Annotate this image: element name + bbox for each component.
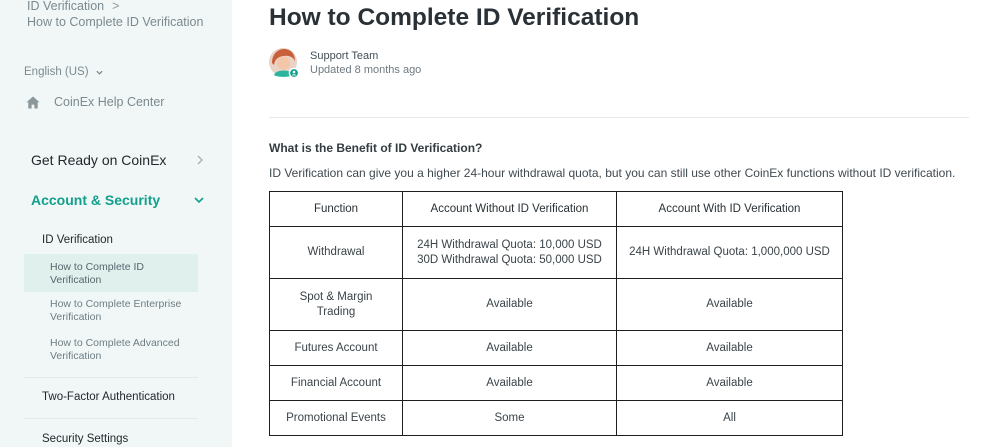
breadcrumb-separator: > [112,0,120,13]
nav-item-enterprise-verification[interactable]: How to Complete Enterprise Verification [24,298,198,323]
nav-account-security[interactable]: Account & Security [31,192,205,208]
help-center-label: CoinEx Help Center [54,95,165,109]
breadcrumb-parent-link[interactable]: ID Verification [27,0,104,13]
chevron-down-icon [194,197,204,204]
nav-divider [24,377,198,378]
table-row: Futures Account Available Available [269,330,843,366]
author-name: Support Team [310,50,379,62]
nav-item-how-to-complete-id-verification[interactable]: How to Complete ID Verification [24,254,198,292]
table-header: Account Without ID Verification [402,191,617,227]
help-center-link[interactable]: CoinEx Help Center [26,95,164,109]
sidebar: ID Verification > How to Complete ID Veri… [0,0,232,447]
table-row: Promotional Events Some All [269,400,843,436]
table-row: Financial Account Available Available [269,365,843,401]
table-cell: Available [616,330,843,366]
nav-item-advanced-verification[interactable]: How to Complete Advanced Verification [24,337,198,362]
table-cell: Some [402,400,617,436]
language-label: English (US) [24,66,89,78]
page-title: How to Complete ID Verification [269,4,640,31]
breadcrumb: ID Verification > [27,0,119,13]
nav-get-ready-label: Get Ready on CoinEx [31,152,167,168]
table-header: Account With ID Verification [616,191,843,227]
table-cell: Available [402,278,617,331]
nav-divider [24,418,198,419]
table-cell: Available [402,365,617,401]
language-selector[interactable]: English (US) [24,66,104,78]
nav-section-id-verification[interactable]: ID Verification [42,234,113,246]
support-avatar-icon [269,48,300,79]
verification-comparison-table: Function Account Without ID Verification… [269,191,843,436]
table-header: Function [269,191,403,227]
chevron-down-icon [95,70,103,75]
table-cell: Available [402,330,617,366]
table-cell: Available [616,365,843,401]
home-icon [26,96,40,108]
table-cell: 24H Withdrawal Quota: 10,000 USD 30D Wit… [402,226,617,279]
section-heading: What is the Benefit of ID Verification? [269,141,483,155]
table-header-row: Function Account Without ID Verification… [269,191,843,227]
table-cell: Futures Account [269,330,403,366]
nav-security-settings[interactable]: Security Settings [42,433,128,445]
nav-account-security-label: Account & Security [31,192,161,208]
nav-get-ready[interactable]: Get Ready on CoinEx [31,152,205,168]
table-cell: All [616,400,843,436]
updated-timestamp: Updated 8 months ago [310,64,422,76]
intro-paragraph: ID Verification can give you a higher 24… [269,166,956,180]
table-cell: Financial Account [269,365,403,401]
table-cell: Available [616,278,843,331]
breadcrumb-current: How to Complete ID Verification [27,15,204,29]
table-row: Withdrawal 24H Withdrawal Quota: 10,000 … [269,226,843,279]
table-row: Spot & Margin Trading Available Availabl… [269,278,843,331]
table-cell: Withdrawal [269,226,403,279]
table-cell: Spot & Margin Trading [269,278,403,331]
table-cell: 24H Withdrawal Quota: 1,000,000 USD [616,226,843,279]
divider [269,117,969,118]
table-cell: Promotional Events [269,400,403,436]
avatar [269,48,300,79]
chevron-right-icon [197,155,203,165]
nav-two-factor-authentication[interactable]: Two-Factor Authentication [42,391,175,403]
